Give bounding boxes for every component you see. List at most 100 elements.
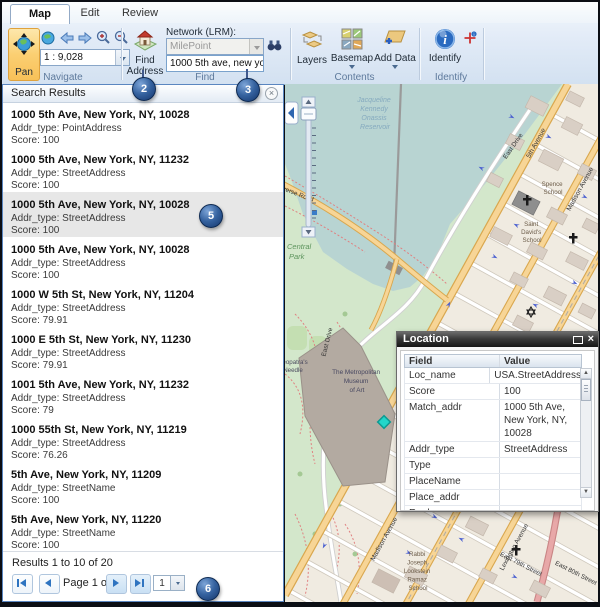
find-address-house-icon [132, 28, 158, 55]
results-summary: Results 1 to 10 of 20 [12, 557, 113, 569]
ribbon-tab-row: Map Edit Review [2, 2, 598, 23]
field-cell: Rank [405, 506, 499, 511]
result-score: Score: 79 [11, 405, 275, 417]
table-row: PlaceName [404, 474, 582, 490]
network-lrm-combo[interactable]: MilePoint [166, 38, 264, 55]
field-cell: Loc_name [405, 368, 489, 383]
panel-collapse-button[interactable] [285, 102, 298, 124]
group-label-contents: Contents [290, 72, 419, 83]
first-page-button[interactable] [12, 574, 33, 594]
next-page-button[interactable] [106, 574, 127, 594]
search-results-panel: Search Results × 1000 5th Ave, New York,… [2, 84, 284, 602]
address-search-input[interactable]: 1000 5th ave, new york, ny [166, 55, 264, 72]
location-attribute-table: Field Value Loc_name USA.StreetAddress S… [404, 354, 582, 511]
field-cell: Addr_type [405, 442, 499, 457]
value-cell: USA.StreetAddress [489, 368, 581, 383]
pager: Page 1 of 2 1 [3, 574, 283, 596]
result-address: 1000 E 5th St, New York, NY, 11230 [11, 334, 275, 346]
search-result-item[interactable]: 5th Ave, New York, NY, 11220 Addr_type: … [3, 507, 283, 552]
add-data-label: Add Data [374, 53, 416, 64]
result-addr-type: Addr_type: StreetName [11, 483, 275, 495]
last-page-button[interactable] [130, 574, 151, 594]
search-result-item[interactable]: 1000 5th Ave, New York, NY, 11232 Addr_t… [3, 147, 283, 192]
find-address-label1: Find [135, 55, 154, 66]
result-score: Score: 100 [11, 495, 275, 507]
scroll-up-icon[interactable]: ▲ [581, 369, 591, 379]
search-result-item[interactable]: 1000 E 5th St, New York, NY, 11230 Addr_… [3, 327, 283, 372]
value-cell: 100 [499, 384, 581, 399]
value-cell: 1000 5th Ave, New York, NY, 10028 [499, 400, 581, 441]
location-popup: Location × Field Value Loc_name USA.Stre… [396, 331, 599, 512]
binoculars-icon[interactable] [267, 39, 282, 57]
field-cell: PlaceName [405, 474, 499, 489]
chevron-down-icon [176, 582, 180, 587]
add-data-button[interactable]: Add Data [374, 28, 416, 72]
callout-badge-5: 5 [199, 204, 223, 228]
field-cell: Match_addr [405, 400, 499, 441]
zoom-in-icon[interactable] [95, 30, 111, 46]
result-address: 1000 5th Ave, New York, NY, 10028 [11, 244, 275, 256]
network-lrm-dropdown-button[interactable] [249, 39, 263, 54]
basemap-label: Basemap [331, 53, 373, 64]
result-score: Score: 100 [11, 270, 275, 282]
svg-text:i: i [443, 32, 447, 47]
tab-review[interactable]: Review [114, 4, 166, 23]
result-score: Score: 100 [11, 135, 275, 147]
result-score: Score: 79.91 [11, 315, 275, 327]
scroll-down-icon[interactable]: ▼ [581, 487, 591, 497]
previous-extent-icon[interactable] [59, 30, 75, 46]
group-label-navigate: Navigate [6, 72, 120, 83]
previous-page-button[interactable] [39, 574, 60, 594]
search-result-item[interactable]: 1000 55th St, New York, NY, 11219 Addr_t… [3, 417, 283, 462]
search-result-item[interactable]: 1000 W 5th St, New York, NY, 11204 Addr_… [3, 282, 283, 327]
page-select-dropdown-button[interactable] [171, 575, 185, 591]
search-results-footer: Results 1 to 10 of 20 Page 1 of 2 1 [3, 551, 283, 601]
app-window: Map Edit Review Pan [0, 0, 600, 607]
result-addr-type: Addr_type: StreetAddress [11, 168, 275, 180]
layers-label: Layers [297, 55, 327, 66]
next-extent-icon[interactable] [77, 30, 93, 46]
group-label-identify: Identify [419, 72, 483, 83]
tab-map[interactable]: Map [10, 4, 70, 24]
search-result-item[interactable]: 5th Ave, New York, NY, 11209 Addr_type: … [3, 462, 283, 507]
page-select[interactable]: 1 [153, 575, 185, 591]
identify-button[interactable]: i Identify [426, 28, 464, 64]
zoom-slider-track[interactable] [306, 107, 311, 227]
close-icon[interactable]: × [588, 332, 594, 347]
field-cell: Score [405, 384, 499, 399]
tab-edit[interactable]: Edit [72, 4, 108, 23]
close-icon[interactable]: × [265, 87, 278, 100]
result-score: Score: 79.91 [11, 360, 275, 372]
map-scale-value: 1 : 9,028 [41, 50, 115, 65]
identify-point-icon[interactable]: i [463, 31, 477, 50]
full-extent-icon[interactable] [40, 30, 56, 46]
ribbon: Map Edit Review Pan [2, 2, 598, 85]
basemap-button[interactable]: Basemap [332, 28, 372, 72]
chevron-down-icon [254, 46, 260, 53]
map-scale-combo[interactable]: 1 : 9,028 [40, 49, 130, 66]
search-result-item[interactable]: 1000 5th Ave, New York, NY, 10028 Addr_t… [3, 102, 283, 147]
layers-button[interactable]: Layers [294, 28, 330, 66]
field-cell: Type [405, 458, 499, 473]
address-search-value: 1000 5th ave, new york, ny [167, 56, 263, 71]
search-result-item[interactable]: 1000 5th Ave, New York, NY, 10028 Addr_t… [3, 237, 283, 282]
page-select-value: 1 [153, 575, 171, 591]
location-table-header: Field Value [404, 354, 582, 368]
location-popup-titlebar[interactable]: Location × [397, 332, 598, 347]
table-row: Rank [404, 506, 582, 511]
search-result-item[interactable]: 1001 5th Ave, New York, NY, 11232 Addr_t… [3, 372, 283, 417]
result-address: 1000 5th Ave, New York, NY, 10028 [11, 199, 275, 211]
maximize-icon[interactable] [573, 336, 583, 344]
layers-icon [300, 28, 324, 55]
result-addr-type: Addr_type: StreetAddress [11, 258, 275, 270]
scrollbar-thumb[interactable] [581, 379, 591, 401]
popup-scrollbar[interactable]: ▲ ▼ [580, 368, 592, 498]
result-score: Score: 76.26 [11, 450, 275, 462]
location-popup-body: Field Value Loc_name USA.StreetAddress S… [400, 350, 595, 511]
search-result-item[interactable]: 1000 5th Ave, New York, NY, 10028 Addr_t… [3, 192, 283, 237]
value-cell: StreetAddress [499, 442, 581, 457]
callout-badge-2: 2 [132, 77, 156, 101]
location-popup-title: Location [403, 333, 449, 345]
group-divider [483, 28, 485, 80]
value-column-header: Value [499, 355, 581, 367]
